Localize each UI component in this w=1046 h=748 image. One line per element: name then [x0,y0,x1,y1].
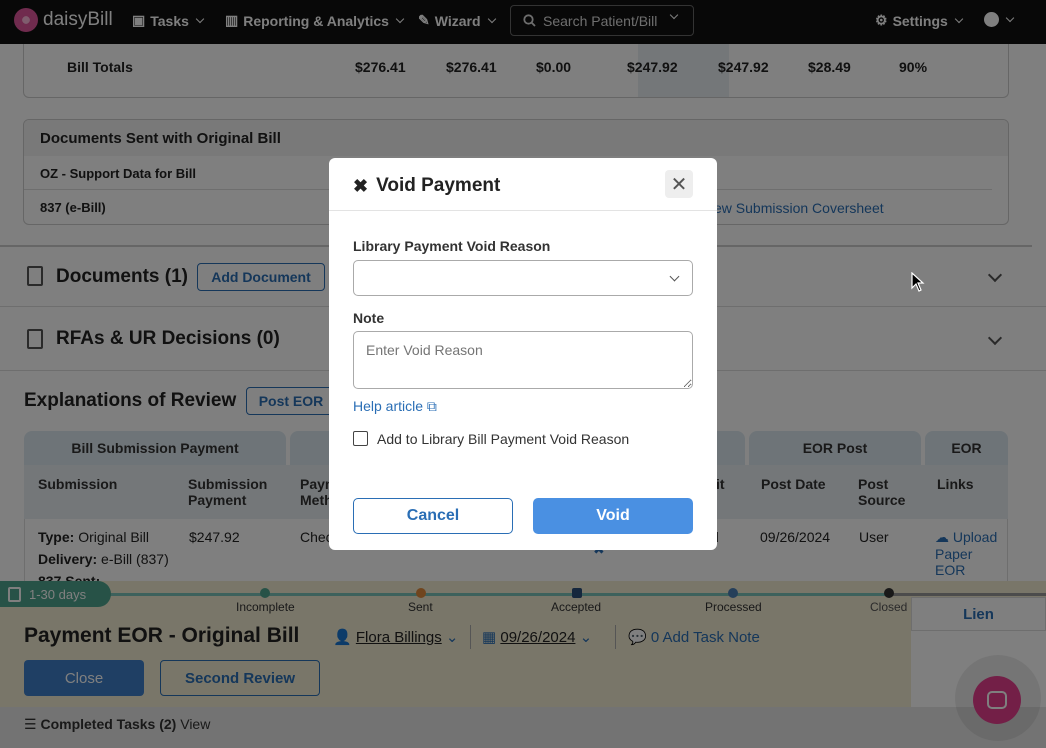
note-textarea[interactable] [353,331,693,389]
void-reason-select[interactable] [353,260,693,296]
divider [329,210,717,211]
cancel-button[interactable]: Cancel [353,498,513,534]
external-link-icon: ⧉ [426,398,437,414]
chevron-down-icon [669,271,680,282]
add-to-library-checkbox[interactable] [353,431,368,446]
void-button[interactable]: Void [533,498,693,534]
help-article-label: Help article [353,398,424,414]
modal-title: Void Payment [376,175,501,196]
times-icon: ✖ [353,175,369,196]
close-icon[interactable]: ✕ [665,170,693,198]
mouse-cursor-icon [911,272,925,292]
add-to-library-label: Add to Library Bill Payment Void Reason [377,431,630,447]
void-payment-modal: ✖ Void Payment ✕ Library Payment Void Re… [329,158,717,550]
modal-header: ✖ Void Payment [353,175,500,197]
reason-label: Library Payment Void Reason [353,238,551,254]
help-article-link[interactable]: Help article ⧉ [353,398,437,415]
note-label: Note [353,310,385,326]
